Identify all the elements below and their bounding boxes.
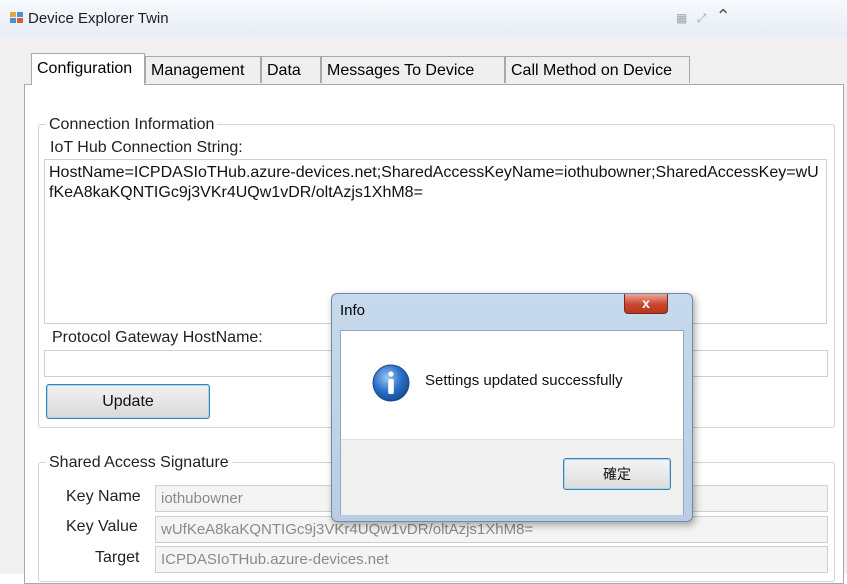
tab-call-method-on-device[interactable]: Call Method on Device xyxy=(505,56,690,83)
ok-button[interactable]: 確定 xyxy=(563,458,671,490)
close-button[interactable]: x xyxy=(624,294,668,314)
update-button[interactable]: Update xyxy=(46,384,210,419)
dialog-message: Settings updated successfully xyxy=(425,372,623,389)
target-label: Target xyxy=(95,549,140,566)
app-icon xyxy=(10,12,23,23)
target-field[interactable]: ICPDASIoTHub.azure-devices.net xyxy=(155,546,828,573)
tab-data[interactable]: Data xyxy=(261,56,321,83)
info-dialog: Info x Settings updated successfully 確定 xyxy=(331,293,693,522)
window-title: Device Explorer Twin xyxy=(28,10,169,27)
restore-icon[interactable]: ⤢ xyxy=(697,11,707,26)
key-value-label: Key Value xyxy=(66,518,138,535)
grid-icon[interactable]: ▦ xyxy=(676,11,687,25)
connection-information-legend: Connection Information xyxy=(46,116,218,134)
window-titlebar: Device Explorer Twin ▦ ⤢ ⌃ xyxy=(0,0,847,36)
shared-access-signature-legend: Shared Access Signature xyxy=(46,454,232,472)
close-icon: x xyxy=(642,295,650,311)
connection-string-label: IoT Hub Connection String: xyxy=(50,139,243,156)
dialog-title: Info xyxy=(340,302,366,319)
dialog-content: Settings updated successfully 確定 xyxy=(340,330,684,515)
tab-management[interactable]: Management xyxy=(145,56,261,83)
info-icon xyxy=(372,364,410,402)
titlebar-controls: ▦ ⤢ ⌃ xyxy=(676,6,737,27)
chevron-up-icon[interactable]: ⌃ xyxy=(716,6,731,27)
gateway-hostname-label: Protocol Gateway HostName: xyxy=(52,329,263,346)
key-name-label: Key Name xyxy=(66,488,141,505)
tab-messages-to-device[interactable]: Messages To Device xyxy=(321,56,505,83)
tab-configuration[interactable]: Configuration xyxy=(31,53,145,85)
